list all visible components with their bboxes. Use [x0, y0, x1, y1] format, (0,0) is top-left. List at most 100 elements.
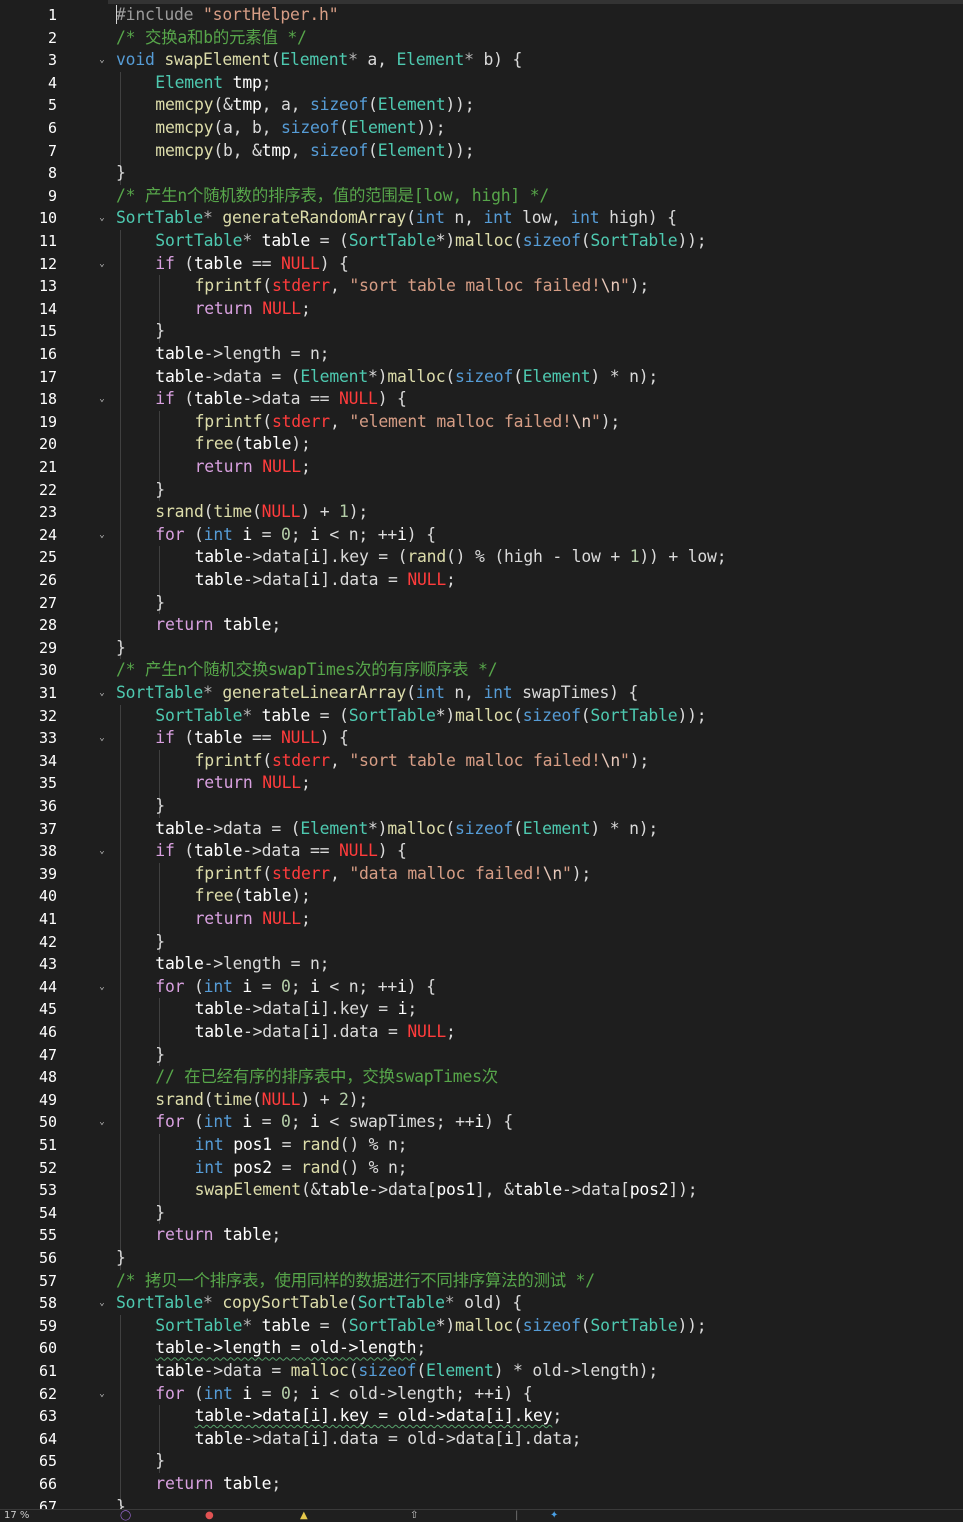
fold-chevron-icon[interactable]: ⌄: [97, 207, 107, 230]
warning-icon[interactable]: ▲: [300, 1510, 308, 1522]
code-token: (: [368, 140, 378, 160]
code-line[interactable]: 37 table->data = (Element*)malloc(sizeof(…: [0, 818, 963, 841]
code-line[interactable]: 67}: [0, 1496, 963, 1509]
code-line[interactable]: 59 SortTable* table = (SortTable*)malloc(…: [0, 1315, 963, 1338]
code-editor[interactable]: 1 #include "sortHelper.h" 2 /* 交换a和b的元素值 */…: [0, 0, 963, 1509]
code-line[interactable]: 17 table->data = (Element*)malloc(sizeof(…: [0, 366, 963, 389]
code-line[interactable]: 16 table->length = n;: [0, 343, 963, 366]
code-line[interactable]: 39 fprintf(stderr, "data malloc failed!\n…: [0, 863, 963, 886]
error-icon[interactable]: ●: [205, 1510, 214, 1522]
code-line[interactable]: 23 srand(time(NULL) + 1);: [0, 501, 963, 524]
code-line[interactable]: 28 return table;: [0, 614, 963, 637]
code-line[interactable]: 12 ⌄ if (table == NULL) {: [0, 253, 963, 276]
code-line[interactable]: 29}: [0, 637, 963, 660]
sparkle-icon[interactable]: ✦: [550, 1510, 558, 1522]
code-line[interactable]: 9 /* 产生n个随机数的排序表，值的范围是[low, high] */: [0, 185, 963, 208]
fold-chevron-icon[interactable]: ⌄: [97, 49, 107, 72]
code-line[interactable]: 45 table->data[i].key = i;: [0, 998, 963, 1021]
code-line[interactable]: 27}: [0, 592, 963, 615]
code-line[interactable]: 7 memcpy(b, &tmp, sizeof(Element));: [0, 140, 963, 163]
code-line[interactable]: 54}: [0, 1202, 963, 1225]
code-line[interactable]: 52 int pos2 = rand() % n;: [0, 1157, 963, 1180]
code-line[interactable]: 4 Element tmp;: [0, 72, 963, 95]
code-line[interactable]: 64 table->data[i].data = old->data[i].dat…: [0, 1428, 963, 1451]
code-line[interactable]: 31 ⌄ SortTable* generateLinearArray(int n,…: [0, 682, 963, 705]
fold-chevron-icon[interactable]: ⌄: [97, 1292, 107, 1315]
code-line[interactable]: 57 /* 拷贝一个排序表，使用同样的数据进行不同排序算法的测试 */: [0, 1270, 963, 1293]
code-line[interactable]: 30 /* 产生n个随机交换swapTimes次的有序顺序表 */: [0, 659, 963, 682]
code-line[interactable]: 24 ⌄ for (int i = 0; i < n; ++i) {: [0, 524, 963, 547]
code-line[interactable]: 47}: [0, 1044, 963, 1067]
line-number: 26: [38, 571, 57, 589]
code-line[interactable]: 21 return NULL;: [0, 456, 963, 479]
fold-chevron-icon[interactable]: ⌄: [97, 976, 107, 999]
code-token: < swapTimes; ++: [319, 1112, 475, 1132]
code-line[interactable]: 18 ⌄ if (table->data == NULL) {: [0, 388, 963, 411]
navigate-up-icon[interactable]: ⇧: [410, 1510, 418, 1522]
code-line[interactable]: 49 srand(time(NULL) + 2);: [0, 1089, 963, 1112]
code-token: *): [435, 1315, 456, 1335]
code-token: int: [203, 976, 233, 996]
fold-chevron-icon[interactable]: ⌄: [97, 727, 107, 750]
code-line[interactable]: 14 return NULL;: [0, 298, 963, 321]
copilot-icon[interactable]: ◯: [120, 1510, 131, 1522]
code-token: ": [620, 276, 630, 296]
code-token: i: [397, 999, 408, 1019]
code-line[interactable]: 32 SortTable* table = (SortTable*)malloc(…: [0, 705, 963, 728]
code-line[interactable]: 58 ⌄ SortTable* copySortTable(SortTable* o…: [0, 1292, 963, 1315]
code-line[interactable]: 5 memcpy(&tmp, a, sizeof(Element));: [0, 94, 963, 117]
code-line[interactable]: 66 return table;: [0, 1473, 963, 1496]
code-line[interactable]: 35 return NULL;: [0, 772, 963, 795]
zoom-level[interactable]: 17 %: [4, 1510, 29, 1522]
code-line[interactable]: 48 // 在已经有序的排序表中，交换swapTimes次: [0, 1066, 963, 1089]
code-line[interactable]: 63 table->data[i].key = old->data[i].key;: [0, 1405, 963, 1428]
code-line[interactable]: 8}: [0, 162, 963, 185]
code-token: table: [194, 547, 244, 567]
code-line[interactable]: 15}: [0, 320, 963, 343]
code-line[interactable]: 19 fprintf(stderr, "element malloc failed…: [0, 411, 963, 434]
fold-chevron-icon[interactable]: ⌄: [97, 1383, 107, 1406]
code-line[interactable]: 43 table->length = n;: [0, 953, 963, 976]
code-line[interactable]: 40 free(table);: [0, 885, 963, 908]
code-line[interactable]: 33 ⌄ if (table == NULL) {: [0, 727, 963, 750]
code-token: "data malloc failed!: [349, 863, 543, 883]
code-token: "sort table malloc failed!: [349, 750, 601, 770]
code-line[interactable]: 62 ⌄ for (int i = 0; i < old->length; ++i)…: [0, 1383, 963, 1406]
code-line[interactable]: 50 ⌄ for (int i = 0; i < swapTimes; ++i) {: [0, 1111, 963, 1134]
code-token: srand: [155, 502, 204, 522]
code-line[interactable]: 55 return table;: [0, 1224, 963, 1247]
code-line[interactable]: 38 ⌄ if (table->data == NULL) {: [0, 840, 963, 863]
fold-chevron-icon[interactable]: ⌄: [97, 524, 107, 547]
code-line[interactable]: 41 return NULL;: [0, 908, 963, 931]
fold-chevron-icon[interactable]: ⌄: [97, 840, 107, 863]
code-token: Element: [522, 818, 591, 838]
code-line[interactable]: 1 #include "sortHelper.h": [0, 4, 963, 27]
fold-chevron-icon[interactable]: ⌄: [97, 682, 107, 705]
code-line[interactable]: 22}: [0, 479, 963, 502]
code-line[interactable]: 53 swapElement(&table->data[pos1], &table…: [0, 1179, 963, 1202]
fold-chevron-icon[interactable]: ⌄: [97, 1111, 107, 1134]
code-line[interactable]: 60 table->length = old->length;: [0, 1337, 963, 1360]
code-line[interactable]: 46 table->data[i].data = NULL;: [0, 1021, 963, 1044]
code-line[interactable]: 51 int pos1 = rand() % n;: [0, 1134, 963, 1157]
code-line[interactable]: 2 /* 交换a和b的元素值 */: [0, 27, 963, 50]
code-line[interactable]: 3 ⌄ void swapElement(Element* a, Element* …: [0, 49, 963, 72]
code-line[interactable]: 61 table->data = malloc(sizeof(Element) *…: [0, 1360, 963, 1383]
code-line[interactable]: 20 free(table);: [0, 433, 963, 456]
code-line[interactable]: 65}: [0, 1450, 963, 1473]
code-line[interactable]: 13 fprintf(stderr, "sort table malloc fai…: [0, 275, 963, 298]
code-line[interactable]: 25 table->data[i].key = (rand() % (high -…: [0, 546, 963, 569]
code-line[interactable]: 44 ⌄ for (int i = 0; i < n; ++i) {: [0, 976, 963, 999]
code-text: SortTable* table = (SortTable*)malloc(si…: [155, 1315, 706, 1338]
code-line[interactable]: 36}: [0, 795, 963, 818]
fold-chevron-icon[interactable]: ⌄: [97, 253, 107, 276]
code-line[interactable]: 26 table->data[i].data = NULL;: [0, 569, 963, 592]
code-line[interactable]: 6 memcpy(a, b, sizeof(Element));: [0, 117, 963, 140]
code-line[interactable]: 56}: [0, 1247, 963, 1270]
code-line[interactable]: 34 fprintf(stderr, "sort table malloc fai…: [0, 750, 963, 773]
fold-chevron-icon[interactable]: ⌄: [97, 388, 107, 411]
code-line[interactable]: 10 ⌄ SortTable* generateRandomArray(int n,…: [0, 207, 963, 230]
code-line[interactable]: 11 SortTable* table = (SortTable*)malloc(…: [0, 230, 963, 253]
code-line[interactable]: 42}: [0, 931, 963, 954]
code-token: 0: [281, 976, 291, 996]
